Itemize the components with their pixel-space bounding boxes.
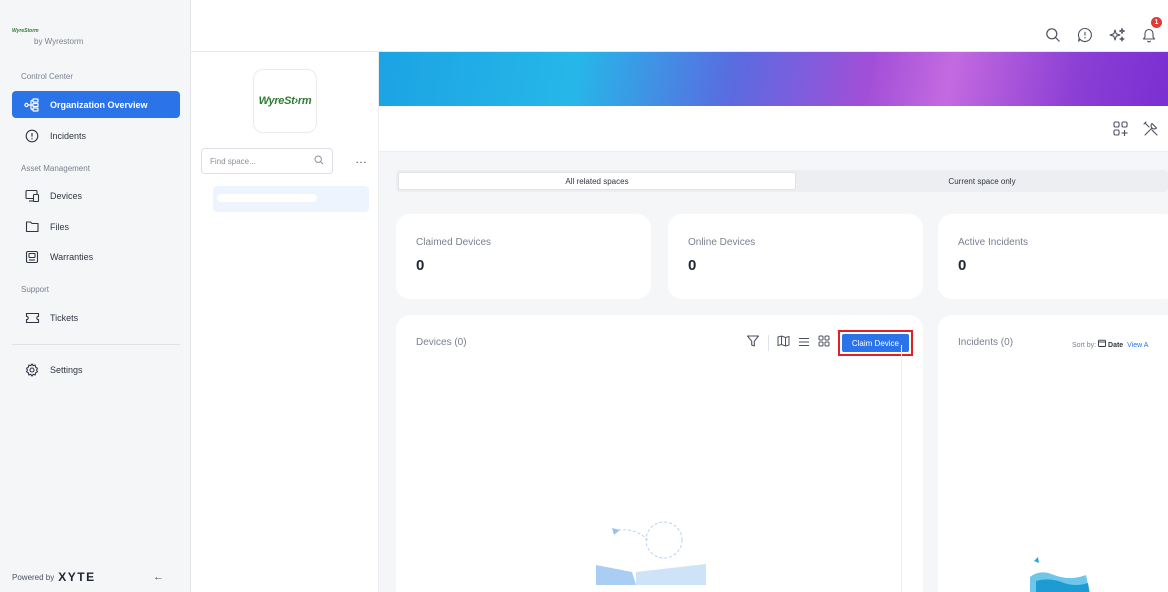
stat-card-online-devices: Online Devices 0 (668, 214, 923, 299)
section-support: Support (21, 285, 50, 294)
brand-logo: WyreStorm (12, 28, 39, 34)
section-asset-management: Asset Management (21, 164, 90, 173)
grid-view-icon[interactable] (818, 334, 830, 352)
sidebar-divider (12, 344, 180, 345)
sidebar-item-label: Organization Overview (50, 99, 148, 110)
notification-badge: 1 (1151, 17, 1162, 28)
warranty-icon (24, 249, 40, 265)
scope-option-current-space-only[interactable]: Current space only (796, 172, 1168, 190)
sparkle-icon[interactable] (1108, 26, 1126, 44)
stat-card-claimed-devices: Claimed Devices 0 (396, 214, 651, 299)
devices-toolbar: Claim Device (746, 330, 913, 356)
space-logo: WyreSt›rm (253, 69, 317, 133)
sidebar-item-label: Tickets (50, 312, 79, 323)
ticket-icon (24, 310, 40, 326)
map-view-icon[interactable] (777, 334, 790, 352)
stat-card-active-incidents: Active Incidents 0 (938, 214, 1168, 299)
filter-icon[interactable] (746, 334, 760, 353)
sort-by-label: Sort by: (1072, 342, 1097, 349)
spaces-panel: WyreSt›rm Find space... … (191, 52, 379, 592)
sidebar-item-files[interactable]: Files (12, 213, 180, 240)
xyte-logo: XYTE (58, 570, 96, 584)
more-options-button[interactable]: … (355, 152, 368, 166)
powered-by: Powered by XYTE (12, 570, 96, 584)
search-icon (314, 155, 324, 167)
space-list-item[interactable] (213, 186, 369, 212)
stat-value: 0 (688, 257, 697, 274)
sidebar-item-label: Files (50, 221, 70, 232)
stat-label: Claimed Devices (416, 237, 492, 248)
sidebar-item-label: Warranties (50, 251, 94, 262)
space-header (379, 106, 1168, 152)
stat-value: 0 (416, 257, 425, 274)
top-bar-actions: 1 (1044, 17, 1162, 44)
space-banner (379, 52, 1168, 106)
space-item-placeholder (217, 194, 317, 202)
space-logo-text: WyreSt›rm (258, 95, 312, 107)
sidebar-footer: Powered by XYTE ← (12, 570, 180, 584)
claim-device-button[interactable]: Claim Device (841, 334, 909, 352)
devices-panel: Devices (0) Claim Device (396, 315, 923, 592)
scope-toggle: All related spaces Current space only (396, 170, 1168, 192)
alert-circle-icon (24, 128, 40, 144)
sidebar: WyreStorm by Wyrestorm Control Center Or… (0, 0, 191, 592)
brand-subtitle: by Wyrestorm (34, 37, 84, 46)
brand[interactable]: WyreStorm by Wyrestorm (12, 28, 182, 52)
tools-icon[interactable] (1142, 120, 1160, 143)
stat-label: Online Devices (688, 237, 756, 248)
sidebar-item-label: Settings (50, 364, 83, 375)
top-bar: 1 (191, 0, 1168, 52)
list-view-icon[interactable] (798, 334, 810, 352)
incidents-panel-title: Incidents (0) (958, 337, 1014, 348)
add-widget-icon[interactable] (1112, 120, 1130, 143)
sidebar-item-settings[interactable]: Settings (12, 356, 180, 383)
sidebar-item-tickets[interactable]: Tickets (12, 304, 180, 331)
calendar-icon (1098, 339, 1108, 349)
find-space-input[interactable]: Find space... (201, 148, 333, 174)
sidebar-item-organization-overview[interactable]: Organization Overview (12, 91, 180, 118)
search-icon[interactable] (1044, 26, 1062, 44)
sidebar-item-incidents[interactable]: Incidents (12, 122, 180, 149)
incidents-empty-illustration (1030, 557, 1090, 592)
notifications-bell-icon[interactable]: 1 (1140, 17, 1162, 44)
devices-icon (24, 188, 40, 204)
folder-icon (24, 219, 40, 235)
powered-by-label: Powered by (12, 572, 55, 582)
view-all-link[interactable]: View A (1127, 342, 1148, 349)
main-content: All related spaces Current space only Cl… (379, 52, 1168, 592)
toolbar-separator (767, 335, 769, 351)
stat-value: 0 (958, 257, 967, 274)
incidents-sort[interactable]: Sort by: Date View A (1072, 339, 1148, 349)
feedback-icon[interactable] (1076, 26, 1094, 44)
collapse-sidebar-button[interactable]: ← (153, 571, 164, 583)
devices-scroll-divider (901, 345, 902, 592)
empty-state-illustration (596, 521, 706, 585)
sidebar-item-label: Incidents (50, 130, 87, 141)
gear-icon (24, 362, 40, 378)
sidebar-item-label: Devices (50, 190, 83, 201)
scope-option-all-related-spaces[interactable]: All related spaces (398, 172, 796, 190)
find-space-placeholder: Find space... (210, 156, 256, 166)
space-header-actions (1112, 120, 1160, 143)
stat-label: Active Incidents (958, 237, 1029, 248)
sidebar-item-devices[interactable]: Devices (12, 182, 180, 209)
section-control-center: Control Center (21, 72, 74, 81)
incidents-panel: Incidents (0) Sort by: Date View A (938, 315, 1168, 592)
org-tree-icon (24, 97, 40, 113)
sort-value: Date (1108, 342, 1124, 349)
devices-panel-title: Devices (0) (416, 337, 467, 348)
sidebar-item-warranties[interactable]: Warranties (12, 243, 180, 270)
